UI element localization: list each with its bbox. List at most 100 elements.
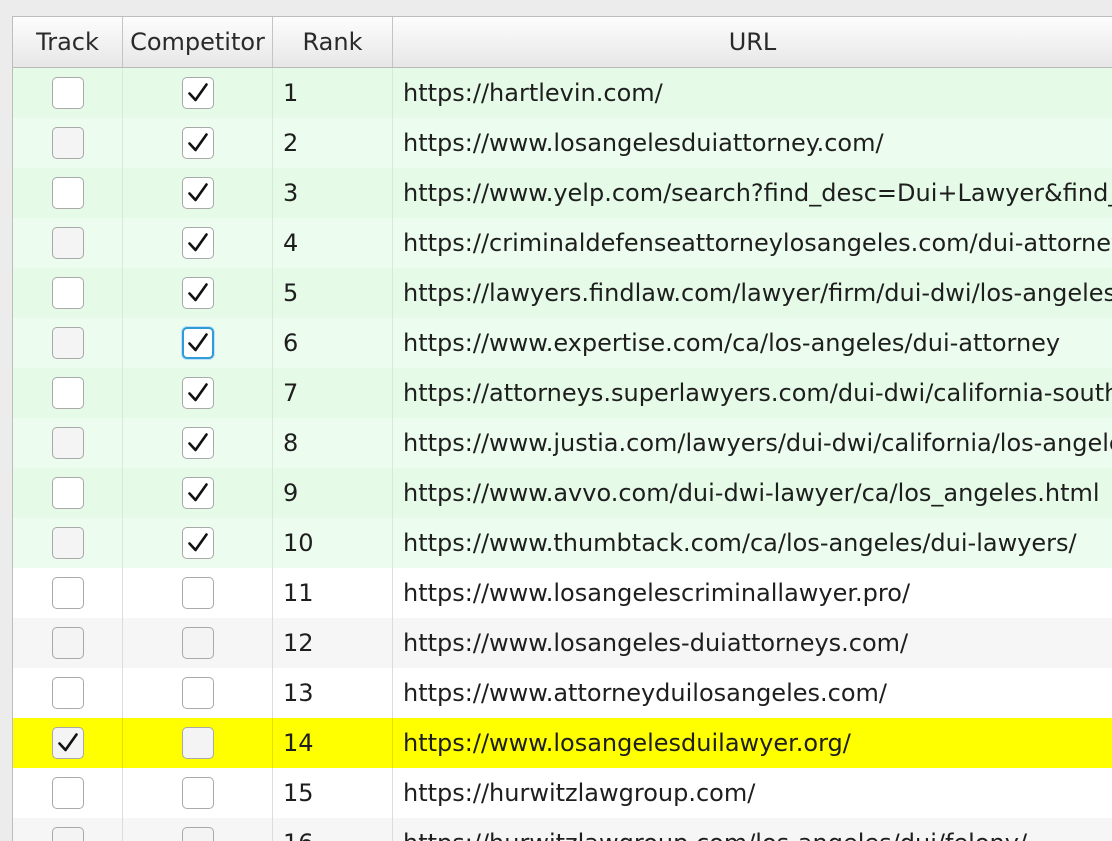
competitor-checkbox[interactable] (181, 477, 214, 509)
track-cell (13, 68, 123, 118)
track-cell (13, 418, 123, 468)
url-cell[interactable]: https://criminaldefenseattorneylosangele… (393, 218, 1112, 268)
url-cell[interactable]: https://www.attorneyduilosangeles.com/ (393, 668, 1112, 718)
track-checkbox[interactable] (51, 277, 84, 309)
url-cell[interactable]: https://lawyers.findlaw.com/lawyer/firm/… (393, 268, 1112, 318)
rank-cell: 9 (273, 468, 393, 518)
competitor-checkbox[interactable] (181, 827, 214, 841)
checkmark-icon (187, 383, 208, 402)
url-cell[interactable]: https://hurwitzlawgroup.com/los-angeles/… (393, 818, 1112, 841)
competitor-cell (123, 418, 273, 468)
table-row[interactable]: 5 https://lawyers.findlaw.com/lawyer/firm… (13, 268, 1112, 318)
rank-cell: 1 (273, 68, 393, 118)
table-row[interactable]: 6 https://www.expertise.com/ca/los-angele… (13, 318, 1112, 368)
competitor-checkbox[interactable] (181, 627, 214, 659)
table-row[interactable]: 2 https://www.losangelesduiattorney.com/ (13, 118, 1112, 168)
column-header-url[interactable]: URL (393, 17, 1112, 67)
track-checkbox[interactable] (51, 777, 84, 809)
rankings-table: Track Competitor Rank URL 1 https://hartl… (12, 16, 1112, 841)
column-header-competitor[interactable]: Competitor (123, 17, 273, 67)
track-checkbox[interactable] (51, 427, 84, 459)
track-cell (13, 818, 123, 841)
table-body: 1 https://hartlevin.com/2 https://www.losa… (13, 68, 1112, 841)
table-row[interactable]: 4 https://criminaldefenseattorneylosangel… (13, 218, 1112, 268)
competitor-checkbox[interactable] (181, 427, 214, 459)
competitor-checkbox[interactable] (181, 377, 214, 409)
url-cell[interactable]: https://www.losangeles-duiattorneys.com/ (393, 618, 1112, 668)
checkmark-icon (187, 183, 208, 202)
checkmark-icon (187, 433, 208, 452)
column-header-rank[interactable]: Rank (273, 17, 393, 67)
url-cell[interactable]: https://www.losangelesduiattorney.com/ (393, 118, 1112, 168)
track-checkbox[interactable] (51, 77, 84, 109)
url-cell[interactable]: https://www.yelp.com/search?find_desc=Du… (393, 168, 1112, 218)
table-row[interactable]: 14 https://www.losangelesduilawyer.org/ (13, 718, 1112, 768)
rank-cell: 12 (273, 618, 393, 668)
rank-cell: 5 (273, 268, 393, 318)
table-row[interactable]: 11 https://www.losangelescriminallawyer.p… (13, 568, 1112, 618)
competitor-cell (123, 318, 273, 368)
track-checkbox[interactable] (51, 627, 84, 659)
competitor-checkbox[interactable] (181, 727, 214, 759)
competitor-checkbox[interactable] (181, 527, 214, 559)
table-row[interactable]: 10 https://www.thumbtack.com/ca/los-angel… (13, 518, 1112, 568)
url-cell[interactable]: https://www.losangelescriminallawyer.pro… (393, 568, 1112, 618)
table-row[interactable]: 15 https://hurwitzlawgroup.com/ (13, 768, 1112, 818)
checkmark-icon (187, 233, 208, 252)
competitor-checkbox[interactable] (181, 577, 214, 609)
track-checkbox[interactable] (51, 227, 84, 259)
competitor-checkbox[interactable] (181, 277, 214, 309)
table-row[interactable]: 8 https://www.justia.com/lawyers/dui-dwi/… (13, 418, 1112, 468)
competitor-cell (123, 118, 273, 168)
competitor-checkbox[interactable] (181, 677, 214, 709)
table-row[interactable]: 16https://hurwitzlawgroup.com/los-angele… (13, 818, 1112, 841)
table-row[interactable]: 9 https://www.avvo.com/dui-dwi-lawyer/ca/… (13, 468, 1112, 518)
track-cell (13, 468, 123, 518)
rank-cell: 7 (273, 368, 393, 418)
competitor-checkbox[interactable] (181, 177, 214, 209)
track-checkbox[interactable] (51, 327, 84, 359)
table-row[interactable]: 12 https://www.losangeles-duiattorneys.co… (13, 618, 1112, 668)
competitor-checkbox[interactable] (181, 777, 214, 809)
checkmark-icon (187, 483, 208, 502)
table-row[interactable]: 13 https://www.attorneyduilosangeles.com/ (13, 668, 1112, 718)
track-checkbox[interactable] (51, 727, 84, 759)
track-checkbox[interactable] (51, 477, 84, 509)
checkmark-icon (187, 133, 208, 152)
competitor-checkbox[interactable] (181, 77, 214, 109)
track-checkbox[interactable] (51, 177, 84, 209)
url-cell[interactable]: https://hurwitzlawgroup.com/ (393, 768, 1112, 818)
competitor-cell (123, 818, 273, 841)
competitor-cell (123, 368, 273, 418)
rank-cell: 13 (273, 668, 393, 718)
checkmark-icon (187, 533, 208, 552)
url-cell[interactable]: https://www.thumbtack.com/ca/los-angeles… (393, 518, 1112, 568)
column-header-track[interactable]: Track (13, 17, 123, 67)
track-cell (13, 118, 123, 168)
url-cell[interactable]: https://hartlevin.com/ (393, 68, 1112, 118)
competitor-checkbox[interactable] (181, 227, 214, 259)
url-cell[interactable]: https://www.losangelesduilawyer.org/ (393, 718, 1112, 768)
url-cell[interactable]: https://www.avvo.com/dui-dwi-lawyer/ca/l… (393, 468, 1112, 518)
track-checkbox[interactable] (51, 577, 84, 609)
rank-cell: 8 (273, 418, 393, 468)
track-checkbox[interactable] (51, 377, 84, 409)
table-row[interactable]: 1 https://hartlevin.com/ (13, 68, 1112, 118)
track-checkbox[interactable] (51, 527, 84, 559)
url-cell[interactable]: https://www.justia.com/lawyers/dui-dwi/c… (393, 418, 1112, 468)
track-cell (13, 518, 123, 568)
table-row[interactable]: 3 https://www.yelp.com/search?find_desc=D… (13, 168, 1112, 218)
competitor-checkbox[interactable] (181, 327, 214, 359)
track-checkbox[interactable] (51, 677, 84, 709)
track-checkbox[interactable] (51, 127, 84, 159)
table-header: Track Competitor Rank URL (13, 17, 1112, 68)
track-cell (13, 618, 123, 668)
table-row[interactable]: 7 https://attorneys.superlawyers.com/dui-… (13, 368, 1112, 418)
url-cell[interactable]: https://www.expertise.com/ca/los-angeles… (393, 318, 1112, 368)
url-cell[interactable]: https://attorneys.superlawyers.com/dui-d… (393, 368, 1112, 418)
rank-cell: 15 (273, 768, 393, 818)
competitor-checkbox[interactable] (181, 127, 214, 159)
track-checkbox[interactable] (51, 827, 84, 841)
track-cell (13, 668, 123, 718)
rank-cell: 11 (273, 568, 393, 618)
